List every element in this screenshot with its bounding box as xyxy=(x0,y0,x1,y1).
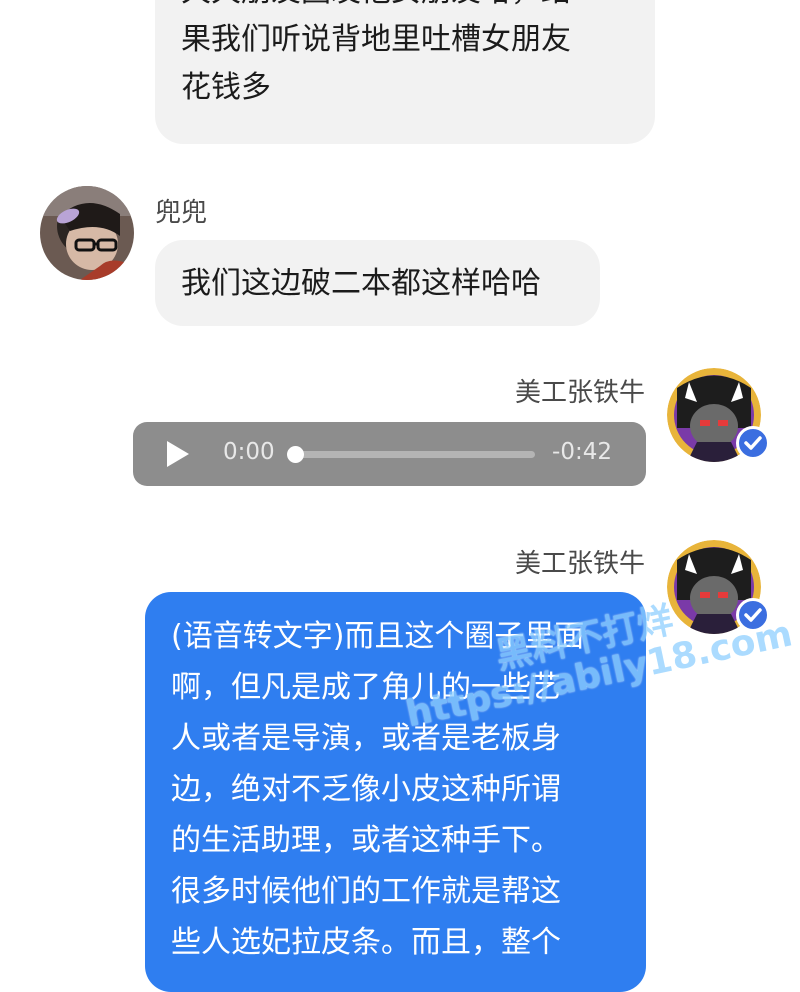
audio-progress-knob[interactable] xyxy=(287,446,304,463)
message-bubble-2[interactable]: 我们这边破二本都这样哈哈 xyxy=(155,240,600,326)
sender-name: 美工张铁牛 xyxy=(514,378,645,408)
message-text-line: 些人选妃拉皮条。而且，整个 xyxy=(171,925,561,960)
message-text-line: 边，绝对不乏像小皮这种所谓 xyxy=(171,772,561,807)
message-text-line: 花钱多 xyxy=(181,70,271,105)
message-text-line: 的生活助理，或者这种手下。 xyxy=(171,823,561,858)
audio-remaining-time: -0:42 xyxy=(552,439,612,465)
message-text-line: 很多时候他们的工作就是帮这 xyxy=(171,874,561,909)
verified-check-icon xyxy=(736,426,770,460)
message-text-line: 果我们听说背地里吐槽女朋友 xyxy=(181,22,571,57)
play-icon[interactable] xyxy=(165,440,191,468)
audio-player[interactable]: 0:00 -0:42 xyxy=(133,422,646,486)
message-text: 我们这边破二本都这样哈哈 xyxy=(181,266,541,301)
sender-name: 兜兜 xyxy=(155,198,208,228)
message-bubble-1[interactable]: 天天朋友圈发他女朋友哈，结 果我们听说背地里吐槽女朋友 花钱多 xyxy=(155,0,655,144)
audio-progress-track[interactable] xyxy=(287,446,535,463)
avatar-image xyxy=(40,186,134,280)
sender-name: 美工张铁牛 xyxy=(514,549,645,579)
message-text-line: 人或者是导演，或者是老板身 xyxy=(171,721,561,756)
audio-elapsed-time: 0:00 xyxy=(223,439,275,465)
avatar-doudou[interactable] xyxy=(40,186,134,280)
message-text-line: 天天朋友圈发他女朋友哈，结 xyxy=(181,0,571,14)
